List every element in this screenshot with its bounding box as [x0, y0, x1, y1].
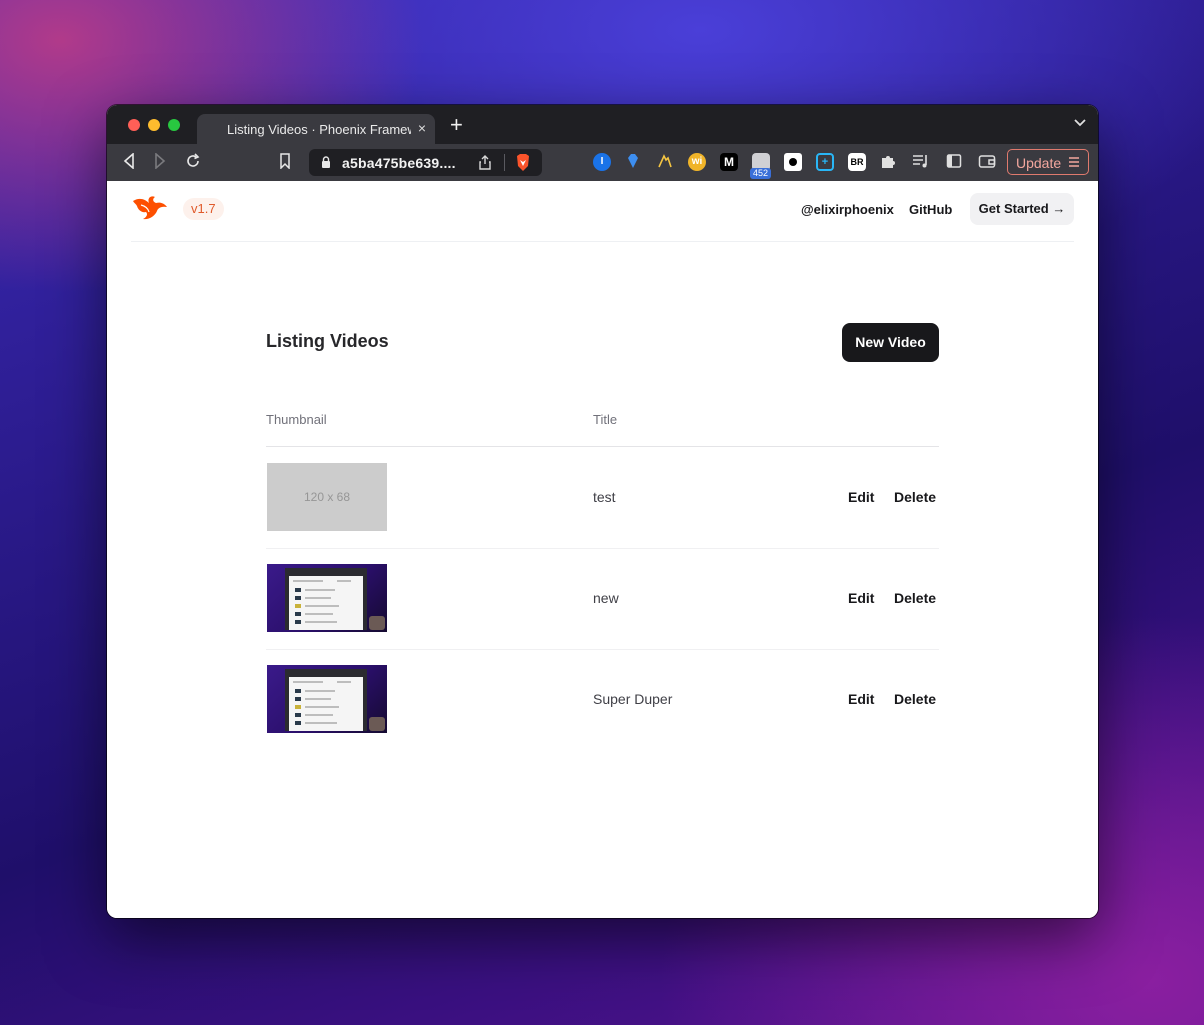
video-title: new — [593, 590, 619, 606]
table-row[interactable]: new Edit Delete — [266, 548, 939, 650]
browser-toolbar: a5ba475be639.... I wi M 452 + BR Update — [107, 144, 1098, 181]
tab-bar: Listing Videos · Phoenix Framework × + — [107, 105, 1098, 144]
back-icon[interactable] — [123, 153, 135, 169]
active-tab[interactable]: Listing Videos · Phoenix Framework × — [197, 114, 435, 144]
zoom-window-button[interactable] — [168, 119, 180, 131]
browser-window: Listing Videos · Phoenix Framework × + a… — [107, 105, 1098, 918]
version-badge: v1.7 — [183, 198, 224, 220]
twitter-link[interactable]: @elixirphoenix — [801, 202, 894, 217]
table-row[interactable]: 120 x 68 test Edit Delete — [266, 447, 939, 549]
delete-link[interactable]: Delete — [894, 691, 936, 707]
update-label: Update — [1016, 155, 1062, 171]
bookmark-icon[interactable] — [279, 153, 291, 169]
extension-badge: 452 — [750, 168, 772, 179]
tab-title: Listing Videos · Phoenix Framework — [227, 122, 411, 137]
video-title: test — [593, 489, 616, 505]
close-window-button[interactable] — [128, 119, 140, 131]
password-manager-extension-icon[interactable]: I — [593, 153, 611, 171]
delete-link[interactable]: Delete — [894, 590, 936, 606]
table-row[interactable]: Super Duper Edit Delete — [266, 649, 939, 750]
video-thumbnail — [267, 564, 387, 632]
add-extension-icon[interactable]: + — [816, 153, 834, 171]
menu-icon — [1069, 157, 1079, 167]
column-header-title: Title — [593, 412, 618, 427]
edit-link[interactable]: Edit — [848, 691, 874, 707]
page-content: v1.7 @elixirphoenix GitHub Get Started →… — [107, 181, 1098, 918]
get-started-button[interactable]: Get Started → — [970, 193, 1074, 225]
delete-link[interactable]: Delete — [894, 489, 936, 505]
gem-extension-icon[interactable] — [625, 153, 641, 169]
circle-extension-icon[interactable] — [784, 153, 802, 171]
app-header: v1.7 @elixirphoenix GitHub Get Started → — [131, 181, 1074, 242]
column-header-thumbnail: Thumbnail — [266, 412, 327, 427]
br-extension-icon[interactable]: BR — [848, 153, 866, 171]
tab-close-icon[interactable]: × — [415, 120, 429, 136]
github-link[interactable]: GitHub — [909, 202, 952, 217]
edit-link[interactable]: Edit — [848, 489, 874, 505]
video-title: Super Duper — [593, 691, 673, 707]
puzzle-extensions-icon[interactable] — [880, 153, 896, 169]
new-tab-button[interactable]: + — [450, 114, 463, 136]
thumbnail-placeholder: 120 x 68 — [267, 463, 387, 531]
page-title: Listing Videos — [266, 331, 389, 351]
climber-extension-icon[interactable] — [657, 153, 673, 169]
wi-extension-icon[interactable]: wi — [688, 153, 706, 171]
wallet-icon[interactable] — [978, 153, 996, 169]
tab-list-chevron-icon[interactable] — [1074, 119, 1086, 127]
phoenix-logo[interactable] — [131, 193, 169, 221]
address-bar[interactable]: a5ba475be639.... — [309, 149, 542, 176]
edit-link[interactable]: Edit — [848, 590, 874, 606]
update-button[interactable]: Update — [1007, 149, 1089, 175]
minimize-window-button[interactable] — [148, 119, 160, 131]
media-playlist-icon[interactable] — [912, 153, 930, 169]
lock-icon — [322, 156, 330, 168]
m-extension-icon[interactable]: M — [720, 153, 738, 171]
video-thumbnail — [267, 665, 387, 733]
brave-shields-icon[interactable] — [515, 153, 531, 172]
address-bar-divider — [504, 154, 505, 171]
sidebar-icon[interactable] — [946, 153, 962, 169]
new-video-button[interactable]: New Video — [842, 323, 939, 362]
reload-icon[interactable] — [185, 153, 201, 169]
share-icon[interactable] — [479, 155, 491, 170]
url-text: a5ba475be639.... — [342, 155, 456, 171]
forward-icon[interactable] — [154, 153, 166, 169]
